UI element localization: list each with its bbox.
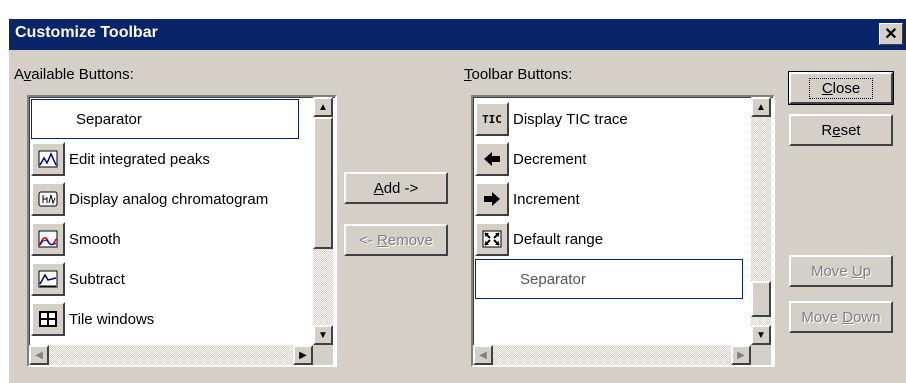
list-item-label: Subtract xyxy=(69,270,125,288)
scroll-down-button[interactable]: ▼ xyxy=(751,325,771,345)
list-item-label: Display TIC trace xyxy=(513,110,628,128)
title-bar: Customize Toolbar ✕ xyxy=(9,19,906,50)
arrow-left-icon xyxy=(475,142,509,176)
available-buttons-list[interactable]: Separator Edit integrated peaks Display … xyxy=(27,95,337,367)
list-item-label: Display analog chromatogram xyxy=(69,190,269,208)
scroll-up-button[interactable]: ▲ xyxy=(313,97,333,117)
dialog-title: Customize Toolbar xyxy=(15,24,158,41)
scroll-down-button[interactable]: ▼ xyxy=(313,325,333,345)
edit-peaks-icon xyxy=(31,142,65,176)
scroll-thumb[interactable] xyxy=(313,117,333,249)
move-down-button[interactable]: Move Down xyxy=(789,301,893,333)
remove-button[interactable]: <- Remove xyxy=(344,224,448,256)
available-item-subtract[interactable]: Subtract xyxy=(31,259,299,299)
smooth-icon xyxy=(31,222,65,256)
scroll-up-button[interactable]: ▲ xyxy=(751,97,771,117)
scrollbar-corner xyxy=(751,345,771,365)
list-item-label: Tile windows xyxy=(69,310,155,328)
scroll-left-button[interactable]: ◀ xyxy=(473,345,493,365)
toolbar-item-decrement[interactable]: Decrement xyxy=(475,139,737,179)
add-button[interactable]: Add -> xyxy=(344,172,448,204)
tic-icon: TIC xyxy=(475,102,509,136)
toolbar-item-increment[interactable]: Increment xyxy=(475,179,737,219)
reset-button[interactable]: Reset xyxy=(789,114,893,146)
toolbar-buttons-label: Toolbar Buttons: xyxy=(464,66,573,83)
list-item-label: Default range xyxy=(513,230,604,248)
list-item-label: Separator xyxy=(520,270,586,288)
list-item-label: Edit integrated peaks xyxy=(69,150,210,168)
close-window-icon[interactable]: ✕ xyxy=(879,23,903,45)
list-item-label: Decrement xyxy=(513,150,587,168)
toolbar-vertical-scrollbar[interactable]: ▲ ▼ xyxy=(751,97,771,345)
toolbar-buttons-list[interactable]: TIC Display TIC trace Decrement Incremen… xyxy=(471,95,775,367)
toolbar-horizontal-scrollbar[interactable]: ◀ ▶ xyxy=(473,345,751,365)
scroll-thumb[interactable] xyxy=(751,281,771,317)
list-item-label: Increment xyxy=(513,190,580,208)
scroll-right-button[interactable]: ▶ xyxy=(293,345,313,365)
toolbar-item-display-tic-trace[interactable]: TIC Display TIC trace xyxy=(475,99,737,139)
analog-chromatogram-icon xyxy=(31,182,65,216)
available-item-edit-integrated-peaks[interactable]: Edit integrated peaks xyxy=(31,139,299,179)
available-item-separator[interactable]: Separator xyxy=(31,99,299,139)
available-buttons-label: Available Buttons: xyxy=(14,66,134,83)
available-vertical-scrollbar[interactable]: ▲ ▼ xyxy=(313,97,333,345)
default-range-icon xyxy=(475,222,509,256)
customize-toolbar-dialog: Customize Toolbar ✕ Available Buttons: S… xyxy=(9,19,906,383)
subtract-icon xyxy=(31,262,65,296)
toolbar-item-separator[interactable]: Separator xyxy=(475,259,743,299)
scrollbar-corner xyxy=(313,345,333,365)
list-item-label: Smooth xyxy=(69,230,121,248)
close-button[interactable]: Close xyxy=(788,71,894,105)
available-horizontal-scrollbar[interactable]: ◀ ▶ xyxy=(29,345,313,365)
arrow-right-icon xyxy=(475,182,509,216)
scroll-left-button[interactable]: ◀ xyxy=(29,345,49,365)
list-item-label: Separator xyxy=(76,110,142,128)
move-up-button[interactable]: Move Up xyxy=(789,255,893,287)
available-item-tile-windows[interactable]: Tile windows xyxy=(31,299,299,339)
scroll-right-button[interactable]: ▶ xyxy=(731,345,751,365)
available-item-display-analog-chromatogram[interactable]: Display analog chromatogram xyxy=(31,179,299,219)
tile-windows-icon xyxy=(31,302,65,336)
toolbar-item-default-range[interactable]: Default range xyxy=(475,219,737,259)
available-item-smooth[interactable]: Smooth xyxy=(31,219,299,259)
